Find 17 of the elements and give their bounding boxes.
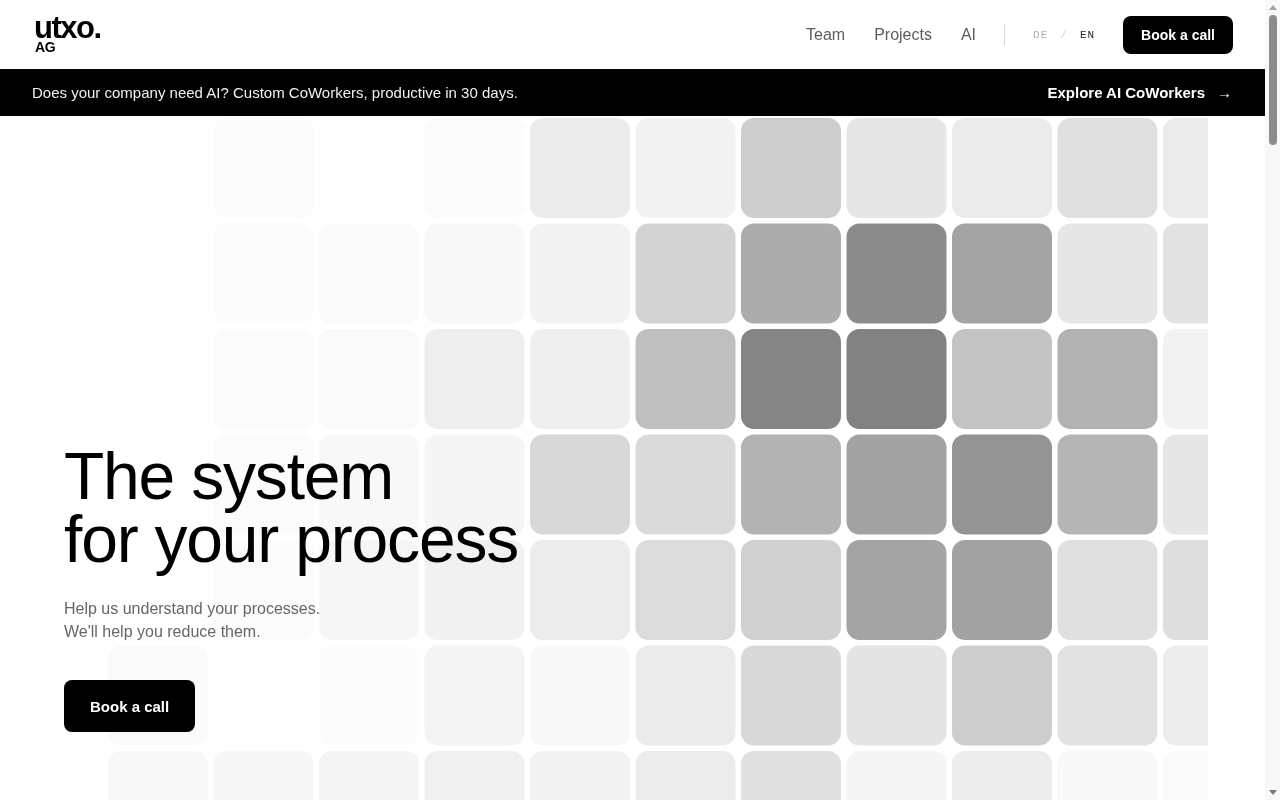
logo-suffix[interactable]: AG: [35, 41, 56, 54]
nav-link[interactable]: Projects: [874, 25, 932, 44]
explore-link[interactable]: Explore AI CoWorkers →: [1047, 84, 1232, 101]
scroll-down-arrow-icon[interactable]: [1268, 790, 1277, 795]
logo-wordmark[interactable]: utxo.: [34, 15, 101, 41]
book-call-button[interactable]: Book a call: [64, 680, 196, 732]
scrollbar-thumb[interactable]: [1268, 15, 1277, 145]
hero-subtitle: Help us understand your processes. We'll help you reduce them.: [64, 599, 321, 642]
scrollbar[interactable]: [1265, 0, 1280, 800]
book-call-button[interactable]: Book a call: [1123, 15, 1233, 54]
nav-link[interactable]: Team: [806, 25, 846, 44]
scroll-up-arrow-icon[interactable]: [1268, 5, 1277, 10]
banner-text: Does your company need AI? Custom CoWorkers, productive in 30 days.: [32, 84, 518, 101]
hero-heading: The system for your process: [64, 438, 518, 578]
language-option[interactable]: EN: [1079, 28, 1096, 41]
nav-link[interactable]: AI: [960, 25, 977, 44]
language-separator: /: [1060, 28, 1068, 41]
